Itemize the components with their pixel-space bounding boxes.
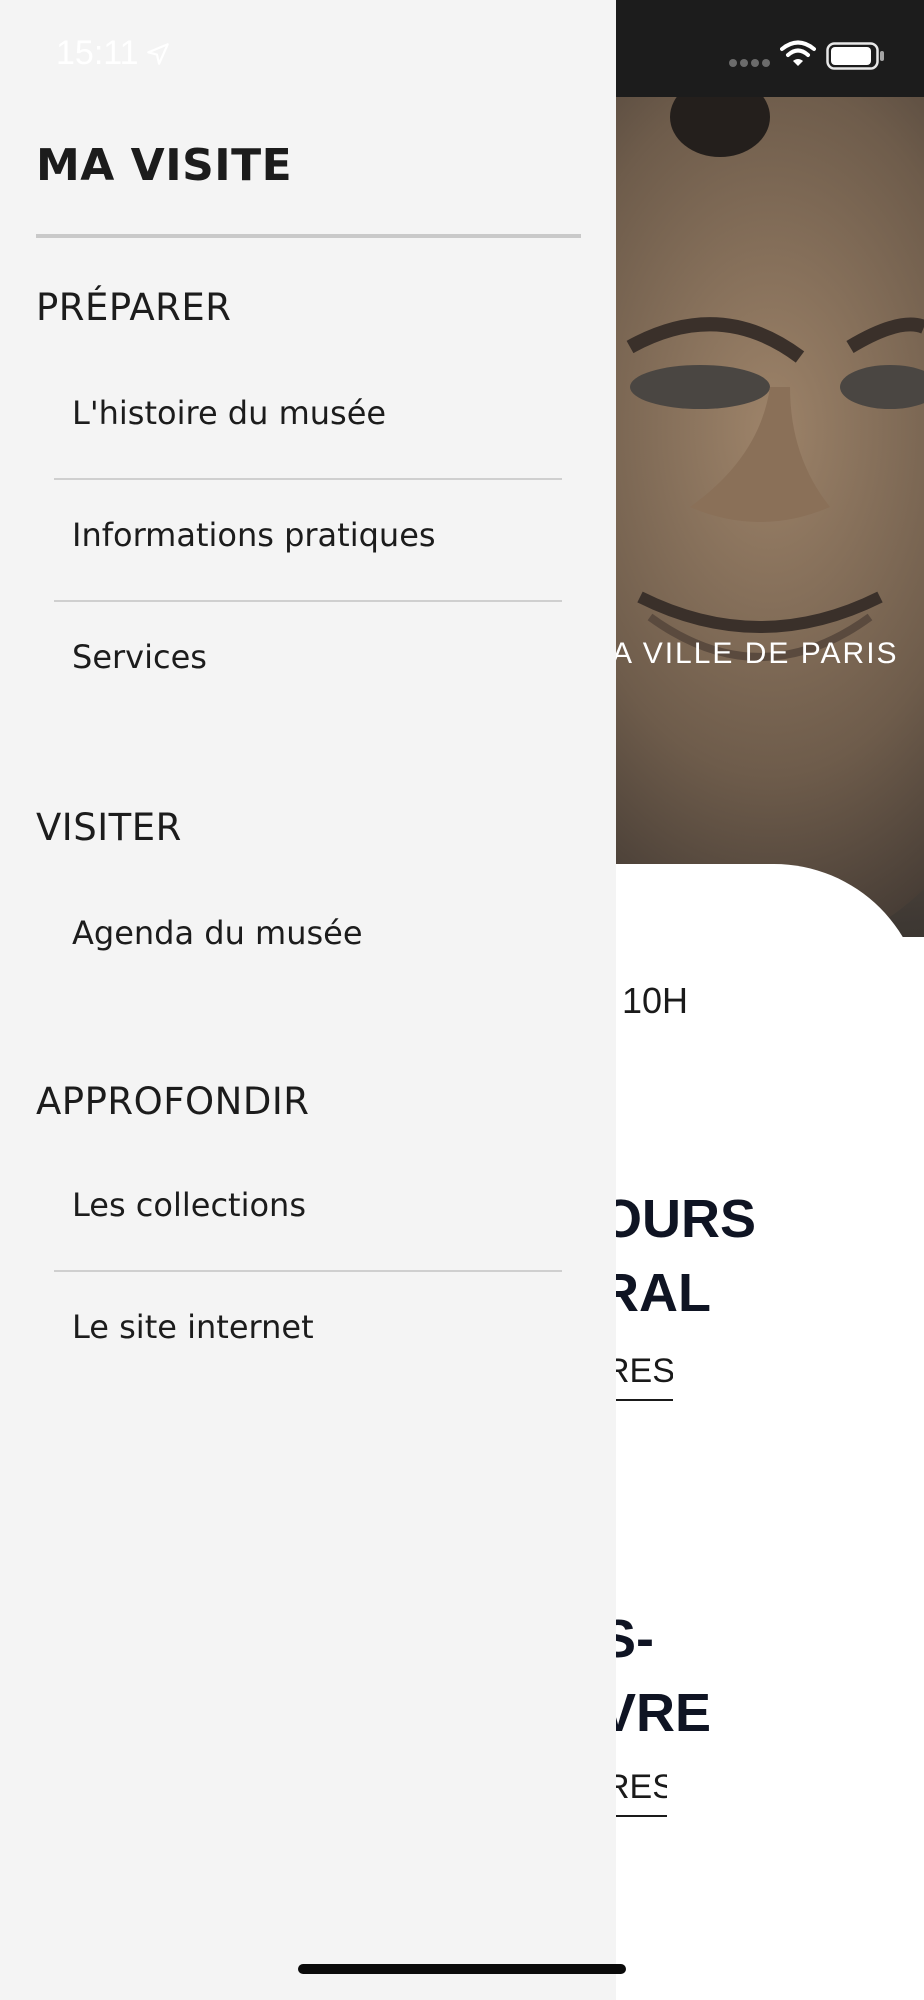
hero-caption: A VILLE DE PARIS [612,637,899,670]
menu-item-agenda[interactable]: Agenda du musée [54,878,562,1000]
menu-item-label: Services [72,638,207,676]
battery-icon [826,42,884,70]
menu-item-label: Agenda du musée [72,914,363,952]
tour-title-line1: OURS [600,1189,757,1249]
title-divider [36,234,581,238]
menu-item-services[interactable]: Services [54,602,562,724]
location-arrow-icon [146,42,169,65]
menu-item-label: Informations pratiques [72,516,436,554]
section-heading-preparer: PRÉPARER [36,286,232,329]
tour-title-line2: RAL [600,1263,711,1323]
cellular-signal-icon [729,59,770,67]
tour2-title-line2: VRE [600,1683,712,1743]
home-indicator[interactable] [298,1964,626,1974]
status-time: 15:11 [56,34,171,73]
menu-item-label: L'histoire du musée [72,394,387,432]
menu-item-collections[interactable]: Les collections [54,1150,562,1272]
wifi-icon [780,40,816,66]
side-drawer: MA VISITE PRÉPARER L'histoire du musée I… [0,0,616,2000]
opening-hours-text: 10H [622,980,689,1021]
menu-item-label: Les collections [72,1186,306,1224]
section-heading-approfondir: APPROFONDIR [36,1080,310,1123]
section-heading-visiter: VISITER [36,806,182,849]
menu-item-site-internet[interactable]: Le site internet [54,1272,562,1394]
drawer-title: MA VISITE [36,140,293,191]
menu-item-label: Le site internet [72,1308,314,1346]
menu-item-histoire[interactable]: L'histoire du musée [54,358,562,480]
menu-item-informations[interactable]: Informations pratiques [54,480,562,602]
status-time-text: 15:11 [56,34,139,72]
